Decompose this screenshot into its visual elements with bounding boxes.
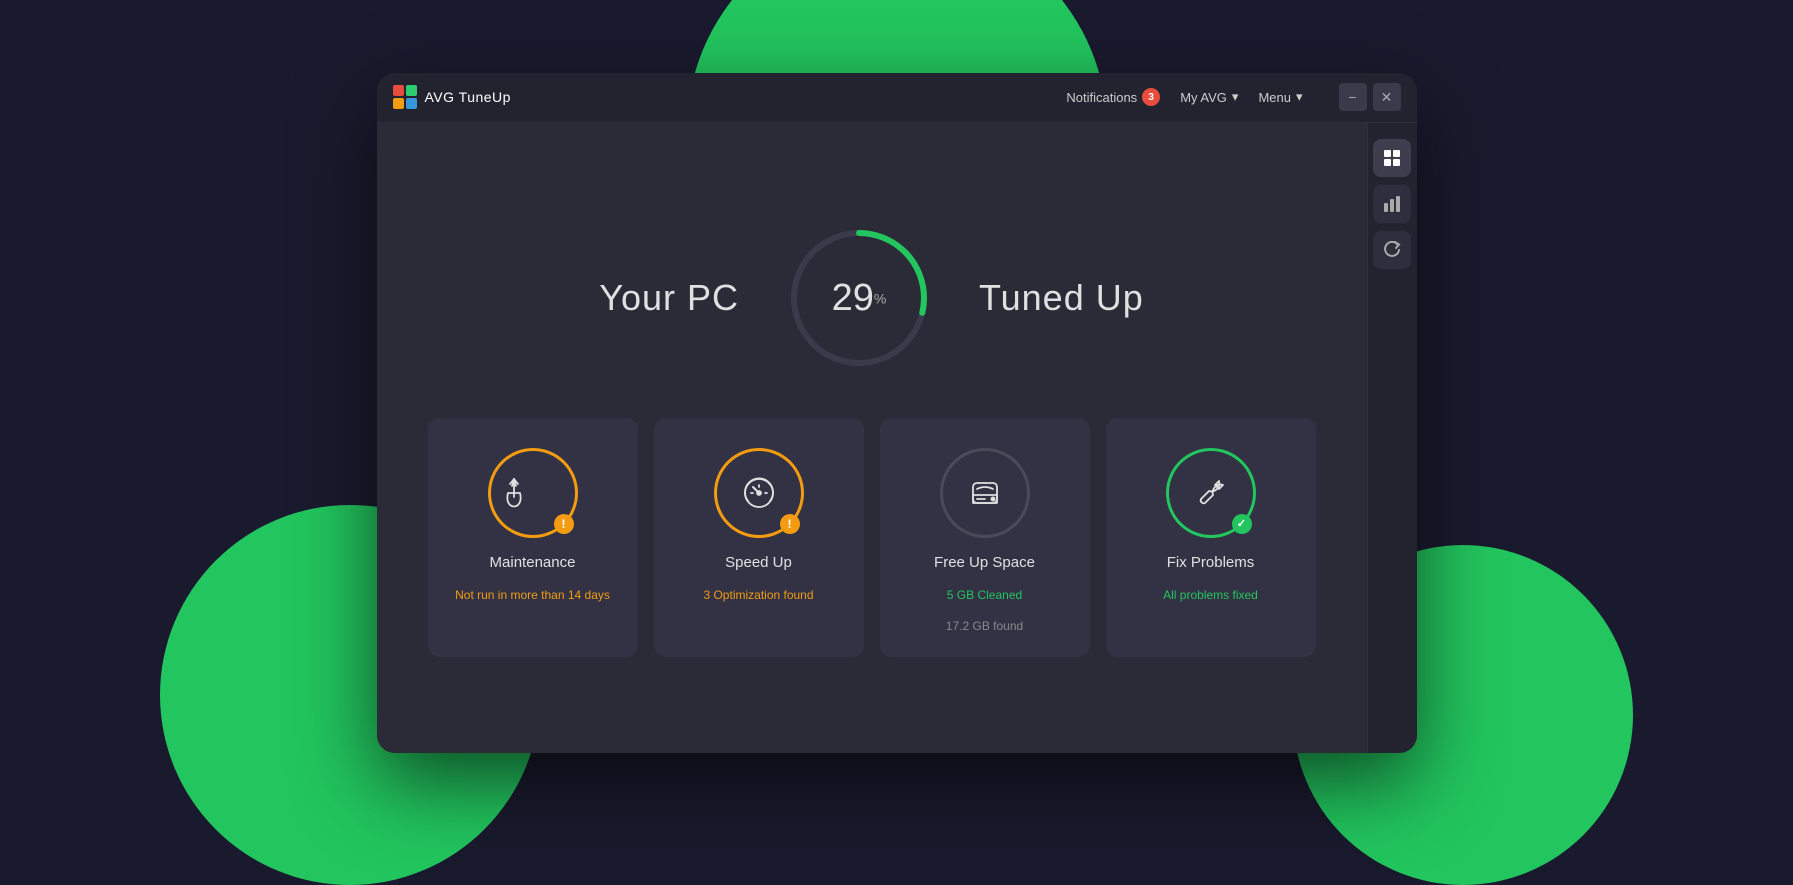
- close-button[interactable]: ✕: [1373, 83, 1401, 111]
- titlebar-nav: Notifications 3 My AVG ▾ Menu ▾ − ✕: [1066, 83, 1400, 111]
- hero-right-text: Tuned Up: [979, 277, 1144, 319]
- app-window: AVG TuneUp Notifications 3 My AVG ▾ Menu…: [377, 73, 1417, 753]
- my-avg-chevron: ▾: [1232, 89, 1239, 105]
- fix-problems-status: All problems fixed: [1163, 587, 1258, 604]
- speed-up-alert-dot: !: [780, 514, 800, 534]
- cards-grid: ! Maintenance Not run in more than 14 da…: [428, 418, 1316, 658]
- fix-problems-icon-wrap: ✓: [1166, 448, 1256, 538]
- notifications-button[interactable]: Notifications 3: [1066, 88, 1160, 106]
- grid-icon: [1383, 149, 1401, 167]
- bar-chart-icon: [1383, 195, 1401, 213]
- logo-area: AVG TuneUp: [393, 85, 511, 109]
- notifications-label: Notifications: [1066, 90, 1137, 105]
- broom-icon: [494, 473, 534, 513]
- hero-left-text: Your PC: [599, 277, 739, 319]
- hero-section: Your PC 29% Tuned Up: [599, 218, 1144, 378]
- speed-up-card[interactable]: ! Speed Up 3 Optimization found: [654, 418, 864, 658]
- free-up-space-icon-wrap: [940, 448, 1030, 538]
- hdd-icon: [965, 473, 1005, 513]
- minimize-button[interactable]: −: [1339, 83, 1367, 111]
- notifications-badge: 3: [1142, 88, 1160, 106]
- menu-label: Menu: [1258, 90, 1291, 105]
- my-avg-button[interactable]: My AVG ▾: [1180, 89, 1238, 105]
- right-sidebar: [1367, 123, 1417, 753]
- menu-button[interactable]: Menu ▾: [1258, 89, 1302, 105]
- fix-problems-title: Fix Problems: [1167, 554, 1255, 571]
- speedometer-icon: [739, 473, 779, 513]
- free-up-space-icon-circle: [940, 448, 1030, 538]
- wrench-icon: [1191, 473, 1231, 513]
- maintenance-card[interactable]: ! Maintenance Not run in more than 14 da…: [428, 418, 638, 658]
- gauge-unit: %: [874, 290, 886, 306]
- maintenance-alert-dot: !: [554, 514, 574, 534]
- maintenance-title: Maintenance: [490, 554, 576, 571]
- avg-logo-icon: [393, 85, 417, 109]
- refresh-icon: [1383, 241, 1401, 259]
- menu-chevron: ▾: [1296, 89, 1303, 105]
- window-controls: − ✕: [1339, 83, 1401, 111]
- maintenance-icon-wrap: !: [488, 448, 578, 538]
- my-avg-label: My AVG: [1180, 90, 1227, 105]
- maintenance-status: Not run in more than 14 days: [455, 587, 610, 604]
- speed-up-title: Speed Up: [725, 554, 792, 571]
- free-up-space-sub: 17.2 GB found: [946, 619, 1023, 633]
- refresh-button[interactable]: [1373, 231, 1411, 269]
- gauge-value: 29%: [832, 279, 887, 317]
- grid-view-button[interactable]: [1373, 139, 1411, 177]
- gauge-container: 29%: [779, 218, 939, 378]
- speed-up-icon-wrap: !: [714, 448, 804, 538]
- speed-up-status: 3 Optimization found: [703, 587, 813, 604]
- stats-view-button[interactable]: [1373, 185, 1411, 223]
- gauge-number: 29: [832, 277, 874, 319]
- main-content: Your PC 29% Tuned Up: [377, 123, 1367, 753]
- free-up-space-status: 5 GB Cleaned: [947, 587, 1022, 604]
- app-title: AVG TuneUp: [425, 89, 511, 105]
- free-up-space-title: Free Up Space: [934, 554, 1035, 571]
- free-up-space-card[interactable]: Free Up Space 5 GB Cleaned 17.2 GB found: [880, 418, 1090, 658]
- fix-problems-card[interactable]: ✓ Fix Problems All problems fixed: [1106, 418, 1316, 658]
- fix-problems-check-dot: ✓: [1232, 514, 1252, 534]
- broom-icon-detail: [534, 473, 572, 513]
- titlebar: AVG TuneUp Notifications 3 My AVG ▾ Menu…: [377, 73, 1417, 123]
